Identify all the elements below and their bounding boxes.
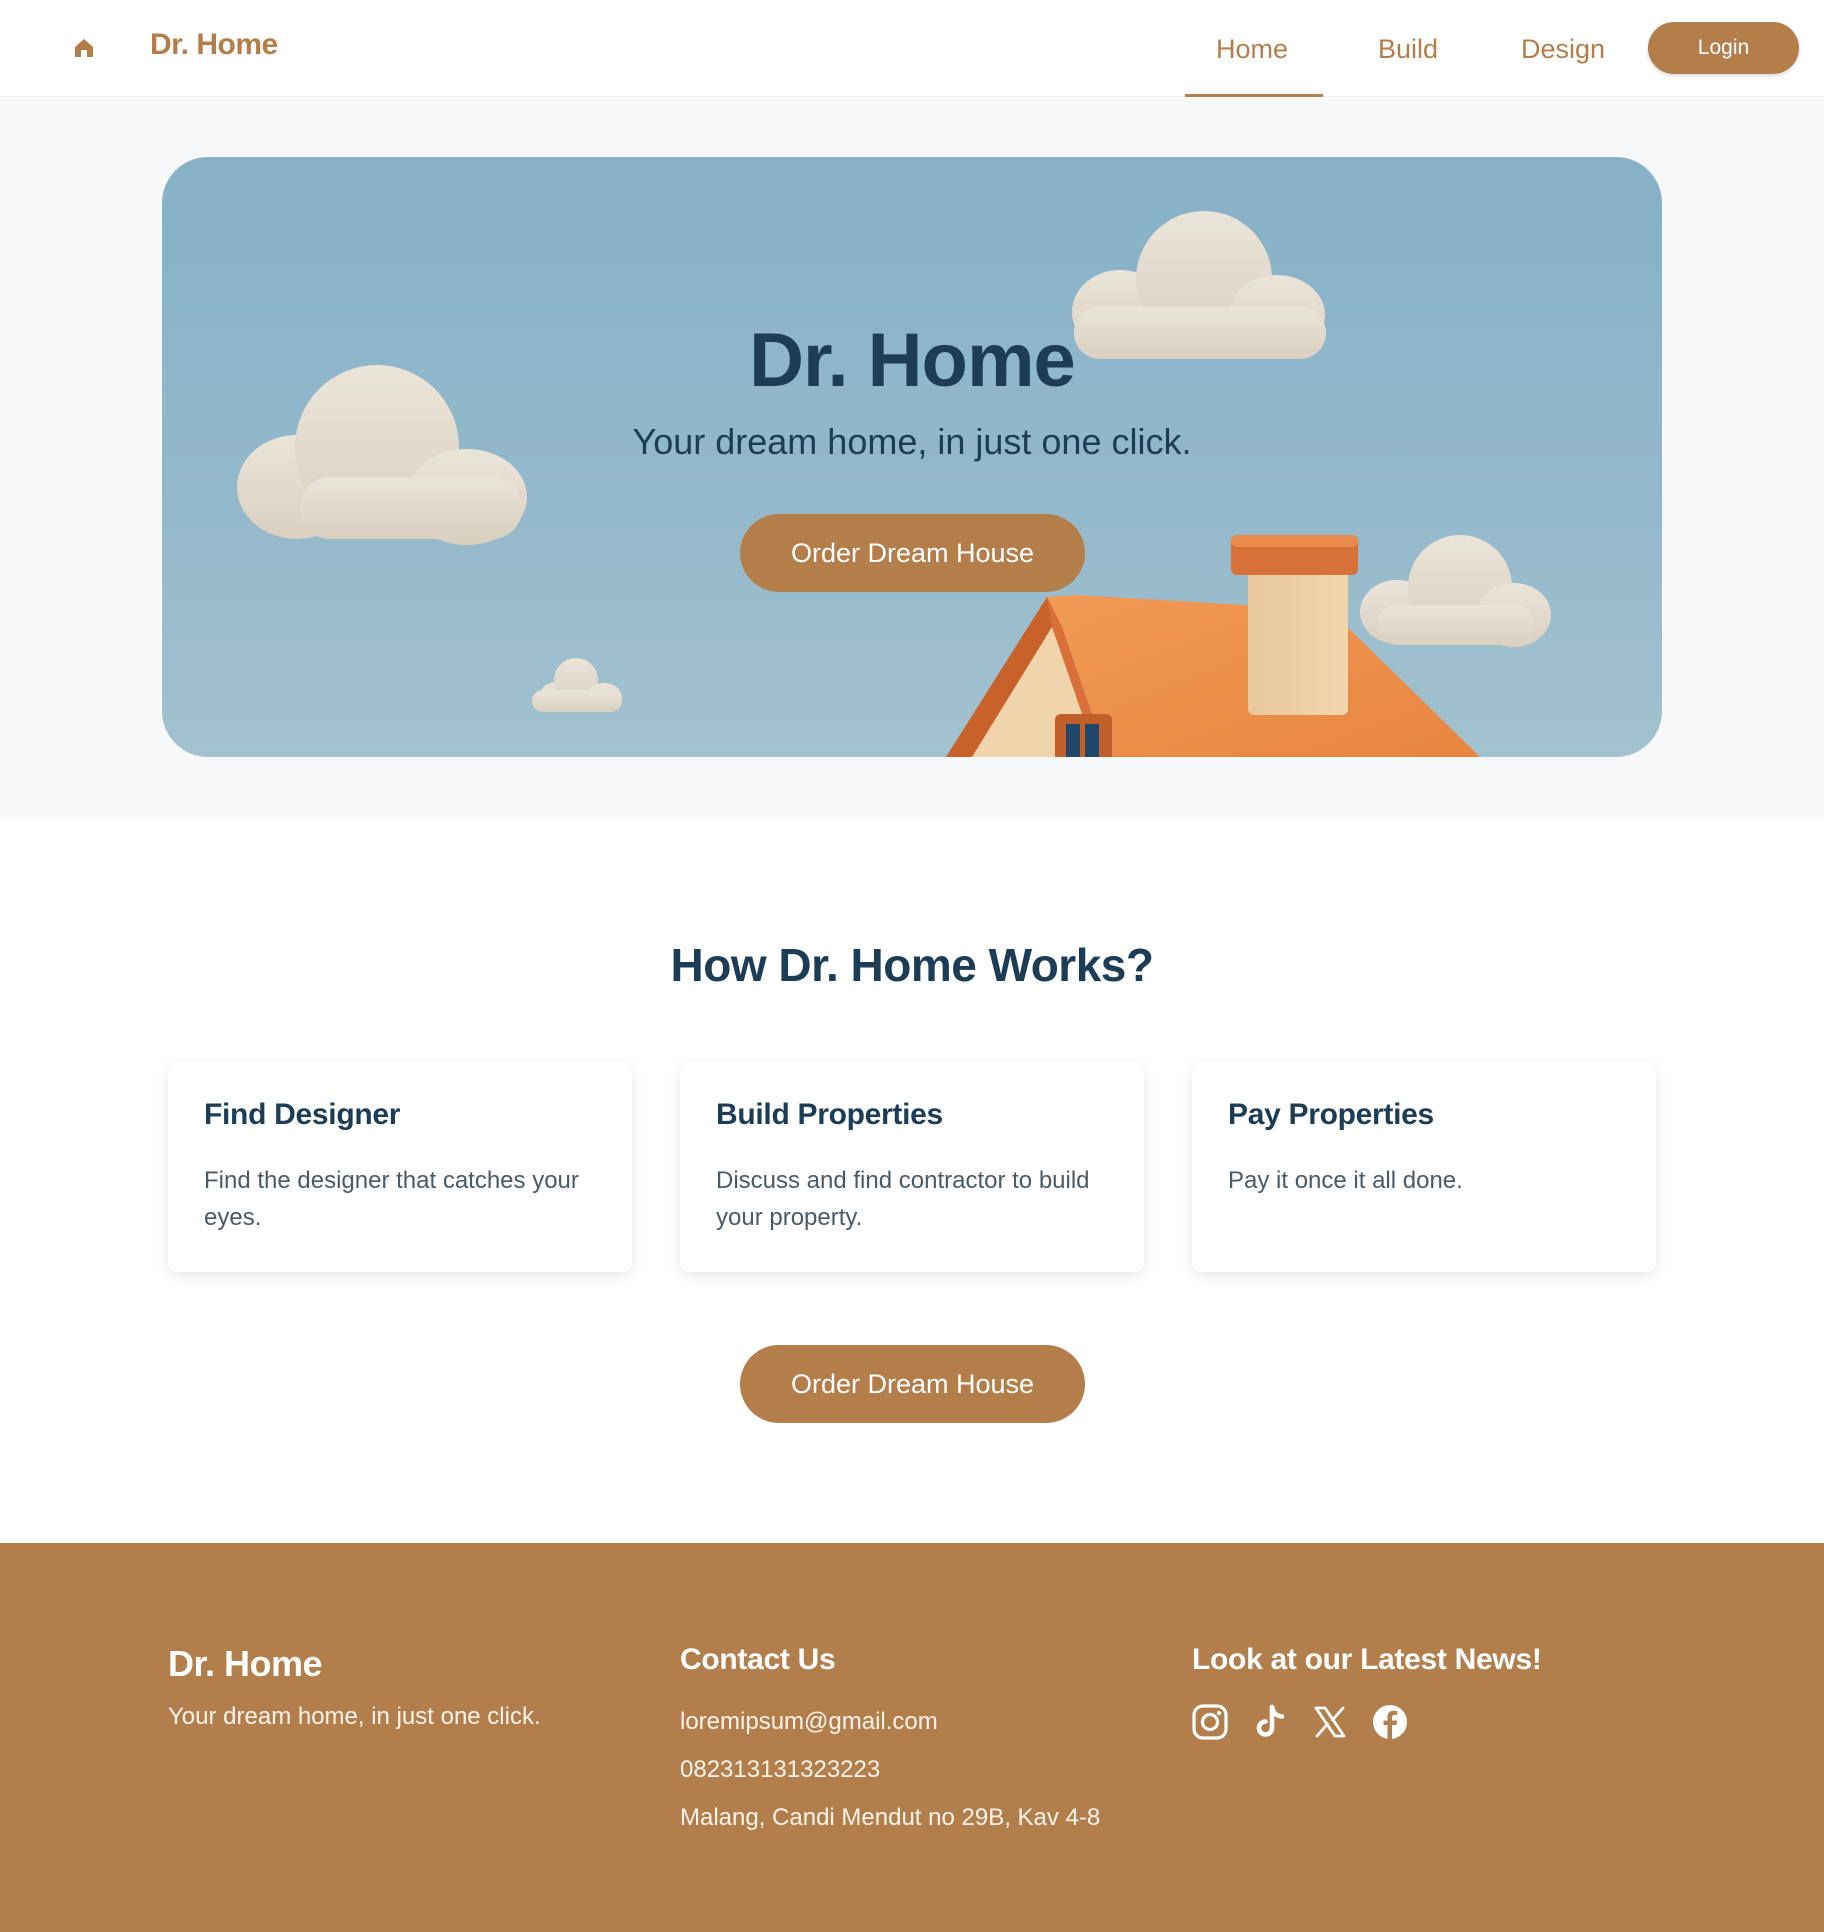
card-text: Pay it once it all done. [1228,1167,1463,1194]
contact-phone[interactable]: 082313131323223 [680,1756,880,1784]
step-card-pay-properties: Pay Properties Pay it once it all done. [1192,1062,1656,1272]
card-text: Find the designer that catches your eyes… [204,1167,579,1231]
news-heading: Look at our Latest News! [1192,1643,1542,1676]
step-card-build-properties: Build Properties Discuss and find contra… [680,1062,1144,1272]
nav-link-home[interactable]: Home [1216,34,1288,65]
card-title: Find Designer [204,1098,401,1131]
section-order-button[interactable]: Order Dream House [740,1345,1085,1423]
home-icon[interactable] [72,36,96,60]
hero-banner: Dr. Home Your dream home, in just one cl… [162,157,1662,757]
footer-tagline: Your dream home, in just one click. [168,1703,541,1730]
x-icon[interactable] [1311,1703,1349,1741]
instagram-icon[interactable] [1191,1703,1229,1741]
card-text: Discuss and find contractor to build you… [716,1167,1090,1231]
hero-title: Dr. Home [749,318,1076,403]
hero-subtitle: Your dream home, in just one click. [632,421,1192,462]
login-button[interactable]: Login [1648,22,1799,74]
how-it-works-title: How Dr. Home Works? [670,939,1154,991]
card-title: Build Properties [716,1098,943,1131]
nav-link-design[interactable]: Design [1521,34,1605,65]
cloud-right [1360,535,1551,647]
contact-email[interactable]: loremipsum@gmail.com [680,1708,938,1736]
hero-order-button[interactable]: Order Dream House [740,514,1085,592]
nav-link-build[interactable]: Build [1378,34,1438,65]
tiktok-icon[interactable] [1251,1703,1289,1741]
site-footer: Dr. Home Your dream home, in just one cl… [0,1543,1824,1932]
contact-heading: Contact Us [680,1643,836,1676]
facebook-icon[interactable] [1371,1703,1409,1741]
cloud-small [532,658,622,712]
footer-brand: Dr. Home [168,1643,323,1684]
card-title: Pay Properties [1228,1098,1434,1131]
contact-address: Malang, Candi Mendut no 29B, Kav 4-8 [680,1804,1101,1831]
brand-logo-text[interactable]: Dr. Home [150,28,278,62]
step-card-find-designer: Find Designer Find the designer that cat… [168,1062,632,1272]
active-tab-indicator [1185,94,1323,97]
top-navbar: Dr. Home Home Build Design Login [0,0,1824,97]
